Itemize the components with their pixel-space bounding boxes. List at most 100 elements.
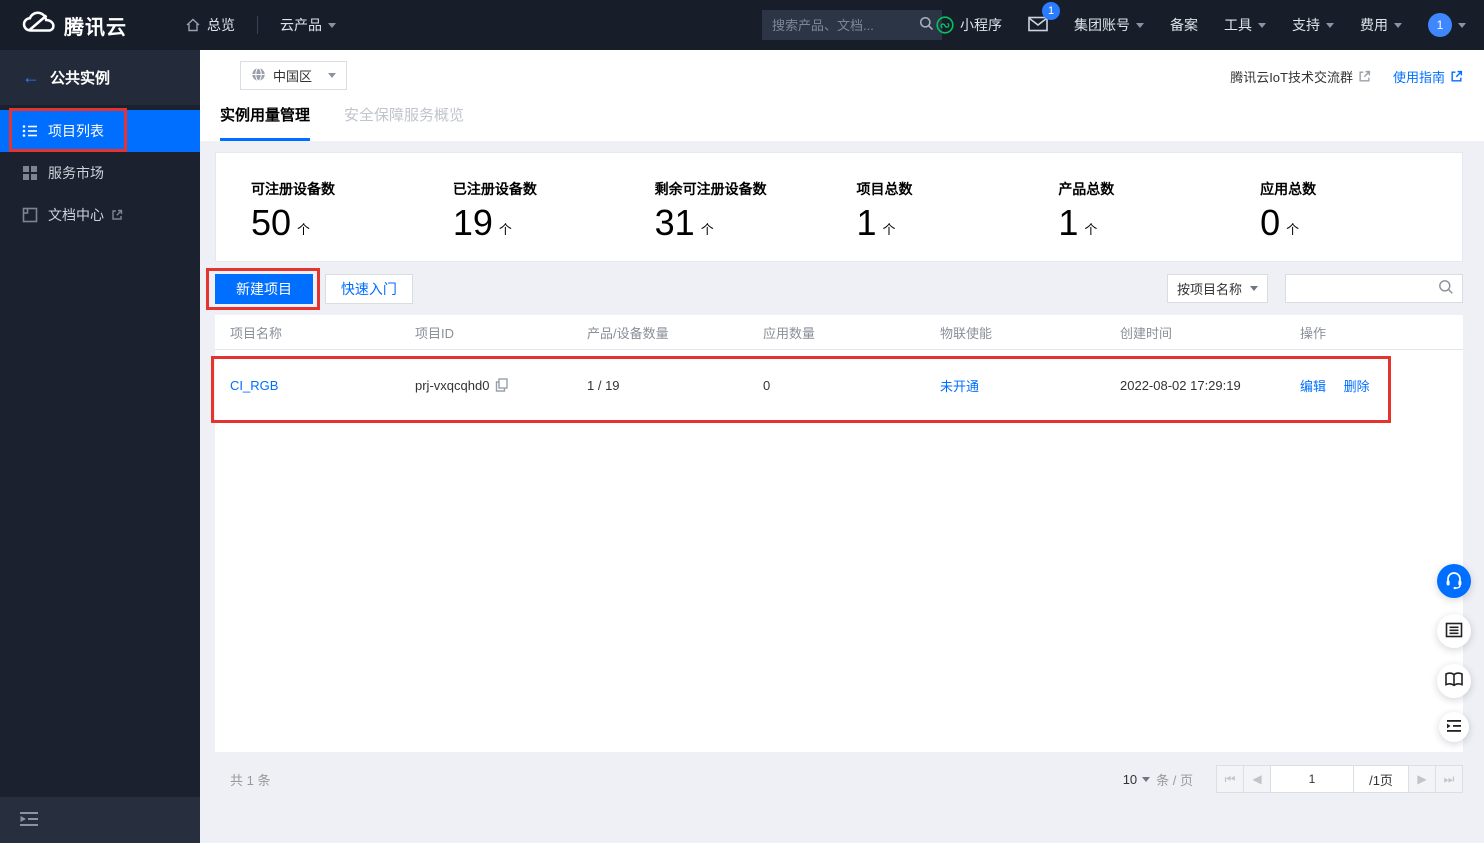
- copy-icon[interactable]: [495, 378, 509, 392]
- header-links: 腾讯云IoT技术交流群 使用指南: [1230, 67, 1463, 86]
- delete-link[interactable]: 删除: [1344, 379, 1370, 394]
- next-page-button[interactable]: ▶: [1408, 765, 1436, 793]
- message-count-badge: 1: [1042, 1, 1060, 20]
- tab-instance-usage[interactable]: 实例用量管理: [220, 104, 311, 141]
- main-content: 中国区 腾讯云IoT技术交流群 使用指南 实例用量管理 安全保障服务概览 可注册…: [200, 50, 1484, 843]
- top-navbar: 腾讯云 总览 云产品 小程序 1 集团账号: [0, 0, 1484, 50]
- list-footer: 共 1 条 10 条 / 页 ⏮ ◀ 1 /1页 ▶ ⏭: [215, 764, 1463, 794]
- iot-enable-link[interactable]: 未开通: [940, 379, 979, 394]
- external-link-icon: [111, 209, 123, 221]
- mini-program-icon: [936, 16, 954, 34]
- chevron-down-icon: [328, 73, 337, 78]
- sidebar: ← 公共实例 项目列表 服务市场 文档中心: [0, 50, 200, 843]
- chevron-down-icon: [1326, 22, 1334, 28]
- stat-remaining-devices: 剩余可注册设备数 31 个: [654, 181, 767, 243]
- iot-group-link[interactable]: 腾讯云IoT技术交流群: [1230, 67, 1371, 86]
- list-icon: [22, 123, 38, 139]
- iot-group-link-label: 腾讯云IoT技术交流群: [1230, 70, 1353, 85]
- column-device-count: 产品/设备数量: [587, 325, 669, 341]
- tab-bar: 实例用量管理 安全保障服务概览: [220, 104, 498, 141]
- navbar-divider: [257, 16, 258, 34]
- mini-program-label: 小程序: [960, 17, 1002, 33]
- edit-link[interactable]: 编辑: [1300, 379, 1326, 394]
- nav-tools[interactable]: 工具: [1224, 15, 1266, 35]
- project-search-input[interactable]: [1294, 281, 1438, 296]
- column-app-count: 应用数量: [763, 325, 816, 341]
- user-menu[interactable]: 1: [1428, 13, 1466, 37]
- sidebar-item-service-market[interactable]: 服务市场: [0, 152, 200, 194]
- last-page-button[interactable]: ⏭: [1435, 765, 1463, 793]
- first-page-button[interactable]: ⏮: [1216, 765, 1244, 793]
- tab-security-overview[interactable]: 安全保障服务概览: [344, 104, 464, 141]
- page-size-selector[interactable]: 10: [1123, 772, 1156, 787]
- chevron-down-icon: [1136, 22, 1144, 28]
- global-search-input[interactable]: [772, 17, 919, 33]
- list-toolbar: 新建项目 快速入门 按项目名称: [215, 274, 1463, 304]
- nav-billing[interactable]: 费用: [1360, 15, 1402, 35]
- table-row: CI_RGB prj-vxqcqhd0 1 / 19 0 未开通 2022-08…: [215, 350, 1463, 420]
- tencent-cloud-logo[interactable]: 腾讯云: [22, 11, 127, 40]
- nav-mini-program[interactable]: 小程序: [936, 15, 1002, 35]
- nav-overview-label: 总览: [207, 17, 235, 33]
- sidebar-item-label: 文档中心: [48, 207, 104, 223]
- feedback-button[interactable]: [1439, 712, 1469, 742]
- nav-record[interactable]: 备案: [1170, 15, 1198, 35]
- nav-overview[interactable]: 总览: [185, 15, 235, 35]
- nav-products[interactable]: 云产品: [280, 15, 336, 35]
- headset-icon: [1444, 570, 1464, 593]
- sidebar-item-doc-center[interactable]: 文档中心: [0, 194, 200, 236]
- quick-start-button[interactable]: 快速入门: [324, 274, 413, 304]
- new-project-button[interactable]: 新建项目: [215, 274, 313, 304]
- nav-group-account[interactable]: 集团账号: [1074, 15, 1144, 35]
- sidebar-collapse-button[interactable]: [0, 797, 200, 843]
- stat-value: 1: [856, 202, 877, 243]
- region-label: 中国区: [273, 69, 313, 84]
- total-count-label: 共 1 条: [230, 772, 271, 788]
- chevron-down-icon: [1250, 286, 1258, 291]
- device-count-value: 1 / 19: [587, 377, 620, 393]
- user-guide-link[interactable]: 使用指南: [1393, 67, 1463, 86]
- prev-page-button[interactable]: ◀: [1243, 765, 1271, 793]
- app-count-value: 0: [763, 377, 771, 393]
- toolbar-right: 按项目名称: [1166, 274, 1463, 303]
- stat-unit: 个: [882, 222, 896, 237]
- sidebar-item-label: 服务市场: [48, 165, 104, 181]
- form-list-icon: [1445, 621, 1463, 642]
- project-search[interactable]: [1285, 274, 1463, 303]
- stat-value: 50: [251, 202, 292, 243]
- per-page-label: 条 / 页: [1156, 772, 1193, 788]
- region-selector[interactable]: 中国区: [240, 61, 348, 90]
- customer-service-button[interactable]: [1437, 564, 1471, 598]
- project-name-link[interactable]: CI_RGB: [230, 378, 278, 393]
- survey-form-button[interactable]: [1437, 614, 1471, 648]
- page-header: 中国区 腾讯云IoT技术交流群 使用指南 实例用量管理 安全保障服务概览: [200, 50, 1484, 141]
- total-pages-label: /1页: [1353, 765, 1409, 793]
- column-actions: 操作: [1300, 325, 1327, 341]
- sidebar-item-label: 项目列表: [48, 123, 104, 139]
- created-time-value: 2022-08-02 17:29:19: [1120, 377, 1241, 393]
- back-arrow-icon: ←: [22, 67, 40, 87]
- search-icon[interactable]: [1438, 279, 1454, 298]
- chevron-down-icon: [1458, 22, 1466, 28]
- stat-registrable-devices: 可注册设备数 50 个: [251, 181, 335, 243]
- open-book-icon: [1444, 671, 1464, 691]
- sidebar-title: 公共实例: [50, 70, 111, 87]
- nav-messages[interactable]: 1: [1028, 1, 1060, 35]
- column-project-id: 项目ID: [415, 325, 455, 341]
- sidebar-back-public-instance[interactable]: ← 公共实例: [0, 50, 200, 105]
- filter-dropdown[interactable]: 按项目名称: [1166, 274, 1268, 303]
- pagination: 10 条 / 页 ⏮ ◀ 1 /1页 ▶ ⏭: [1123, 764, 1463, 794]
- grid-icon: [22, 165, 38, 181]
- avatar: 1: [1428, 13, 1452, 37]
- sidebar-item-project-list[interactable]: 项目列表: [0, 110, 200, 152]
- current-page-input[interactable]: 1: [1270, 765, 1354, 793]
- stat-value: 0: [1260, 202, 1281, 243]
- table-header-row: 项目名称 项目ID 产品/设备数量 应用数量 物联使能 创建时间 操作: [215, 315, 1463, 350]
- stats-panel: 可注册设备数 50 个 已注册设备数 19 个 剩余可注册设备数 31 个 项目总数 …: [215, 152, 1463, 262]
- stat-total-products: 产品总数 1个: [1058, 181, 1115, 243]
- nav-support[interactable]: 支持: [1292, 15, 1334, 35]
- project-table: 项目名称 项目ID 产品/设备数量 应用数量 物联使能 创建时间 操作 CI_R…: [215, 315, 1463, 752]
- stat-unit: 个: [700, 222, 714, 237]
- external-link-icon: [1358, 70, 1371, 83]
- docs-book-button[interactable]: [1437, 664, 1471, 698]
